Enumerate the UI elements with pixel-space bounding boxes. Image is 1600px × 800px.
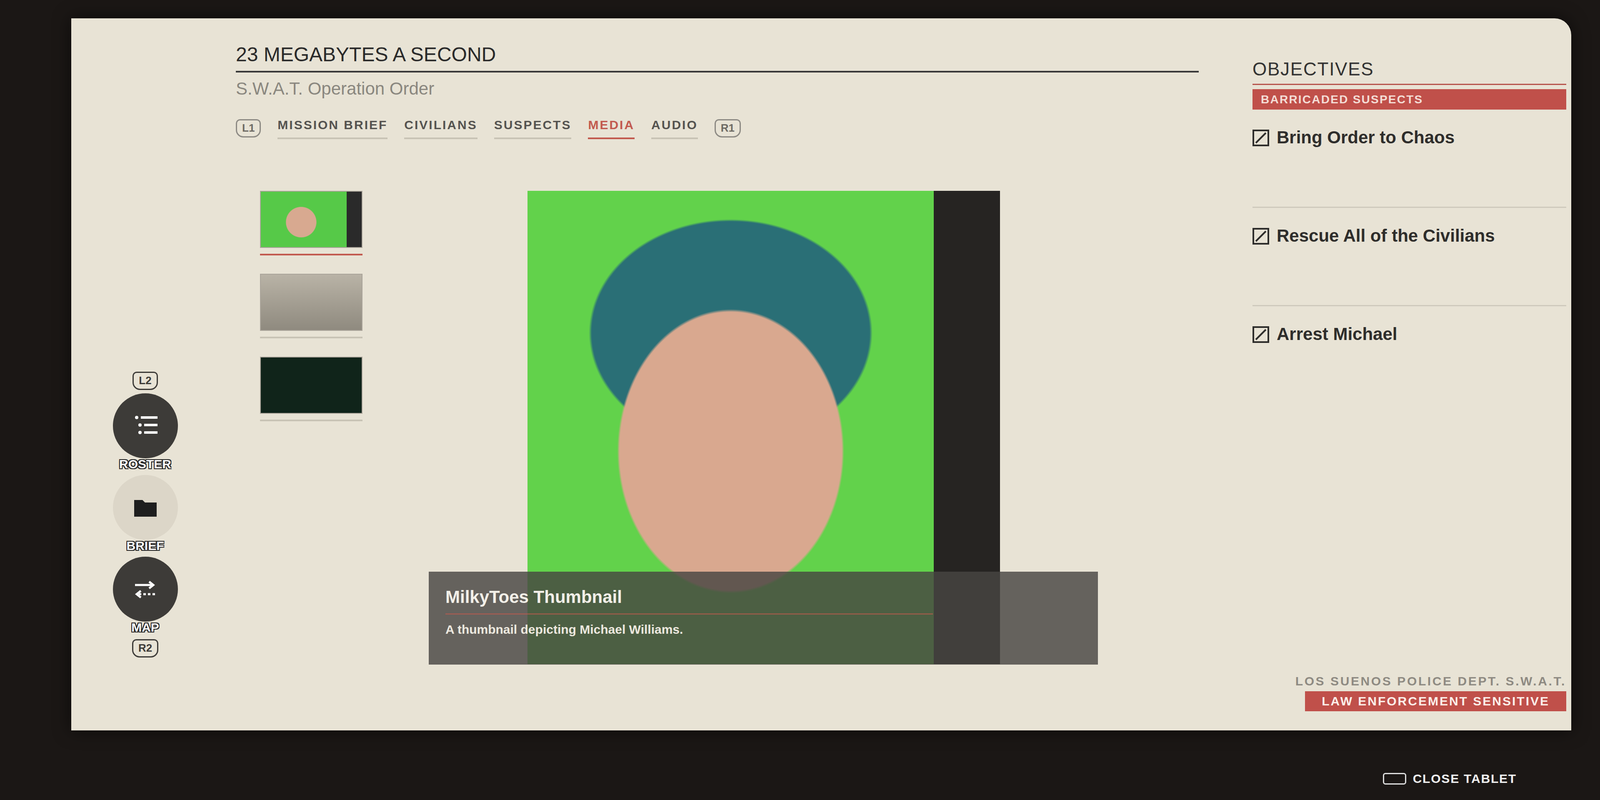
mission-subtitle: S.W.A.T. Operation Order <box>235 78 1199 100</box>
objective-item: Rescue All of the Civilians <box>1252 207 1567 307</box>
caption-description: A thumbnail depicting Michael Williams. <box>445 622 1082 638</box>
thumbnail[interactable] <box>260 190 363 256</box>
objectives-heading: OBJECTIVES <box>1252 58 1567 85</box>
side-menu-item[interactable]: BRIEF <box>112 475 178 554</box>
thumbnail-underline <box>260 253 363 256</box>
tab[interactable]: MISSION BRIEF <box>277 117 388 140</box>
objective-item: Arrest Michael <box>1252 306 1567 405</box>
media-caption: MilkyToes Thumbnail A thumbnail depicting… <box>428 571 1098 665</box>
tablet-panel: L2 ROSTER BRIEF MAP R2 23 MEGABYTES A SECOND… <box>71 18 1572 731</box>
objective-category: BARRICADED SUSPECTS <box>1252 89 1567 110</box>
prev-tab-key[interactable]: L1 <box>235 119 261 138</box>
roster-icon <box>132 413 159 439</box>
objective-label: Bring Order to Chaos <box>1276 127 1455 148</box>
side-menu-button[interactable] <box>112 475 178 540</box>
touchpad-button-icon <box>1382 772 1407 785</box>
folder-icon <box>132 495 159 520</box>
objective-label: Rescue All of the Civilians <box>1276 225 1495 247</box>
thumbnail[interactable] <box>260 356 363 422</box>
objective-item: Bring Order to Chaos <box>1252 109 1567 208</box>
side-menu-label: MAP <box>131 620 160 635</box>
objectives-panel: OBJECTIVESBARRICADED SUSPECTSBring Order… <box>1252 18 1572 731</box>
objective-list: Bring Order to Chaos Rescue All of the Ci… <box>1252 109 1567 405</box>
side-menu-button[interactable] <box>112 556 178 622</box>
checkbox-icon <box>1252 227 1270 245</box>
objective-label: Arrest Michael <box>1276 323 1398 345</box>
side-menu: L2 ROSTER BRIEF MAP R2 <box>71 18 236 731</box>
side-menu-item[interactable]: ROSTER <box>112 393 178 472</box>
thumbnail-image[interactable] <box>260 190 363 248</box>
classification-label: LAW ENFORCEMENT SENSITIVE <box>1305 691 1567 712</box>
department-label: LOS SUENOS POLICE DEPT. S.W.A.T. <box>1252 673 1567 689</box>
media-preview: MilkyToes ThumbnailA thumbnail depicting… <box>527 190 1000 665</box>
close-tablet-button[interactable]: CLOSE TABLET <box>0 771 1600 787</box>
checkbox-icon <box>1252 326 1270 343</box>
media-viewer: MilkyToes Thumbnail A thumbnail depicting… <box>235 190 1199 665</box>
side-menu-button[interactable] <box>112 393 178 459</box>
tab-bar: L1 MISSION BRIEF CIVILIANS SUSPECTS MEDIA AUD… <box>235 117 1199 140</box>
l2-key[interactable]: L2 <box>132 371 158 390</box>
thumbnail-list <box>260 190 363 665</box>
operation-order: 23 MEGABYTES A SECOND S.W.A.T. Operation … <box>235 18 1199 731</box>
caption-title: MilkyToes Thumbnail <box>445 586 933 615</box>
side-menu-item[interactable]: MAP <box>112 556 178 635</box>
thumbnail[interactable] <box>260 273 363 339</box>
thumbnail-underline <box>260 336 363 339</box>
tab[interactable]: AUDIO <box>651 117 698 140</box>
r2-key[interactable]: R2 <box>132 639 159 658</box>
side-menu-label: ROSTER <box>119 456 172 472</box>
tab[interactable]: SUSPECTS <box>494 117 572 140</box>
map-route-icon <box>132 576 159 602</box>
spacer <box>1198 18 1253 731</box>
close-tablet-label[interactable]: CLOSE TABLET <box>1412 771 1517 787</box>
thumbnail-underline <box>260 419 363 422</box>
thumbnail-image[interactable] <box>260 273 363 331</box>
checkbox-icon <box>1252 129 1270 147</box>
thumbnail-image[interactable] <box>260 356 363 414</box>
side-menu-label: BRIEF <box>126 538 165 554</box>
next-tab-key[interactable]: R1 <box>714 119 741 138</box>
mission-title: 23 MEGABYTES A SECOND <box>235 42 1199 73</box>
tab[interactable]: CIVILIANS <box>404 117 478 140</box>
document-footer: LOS SUENOS POLICE DEPT. S.W.A.T. LAW ENFO… <box>1252 673 1567 731</box>
tab[interactable]: MEDIA <box>587 117 635 140</box>
